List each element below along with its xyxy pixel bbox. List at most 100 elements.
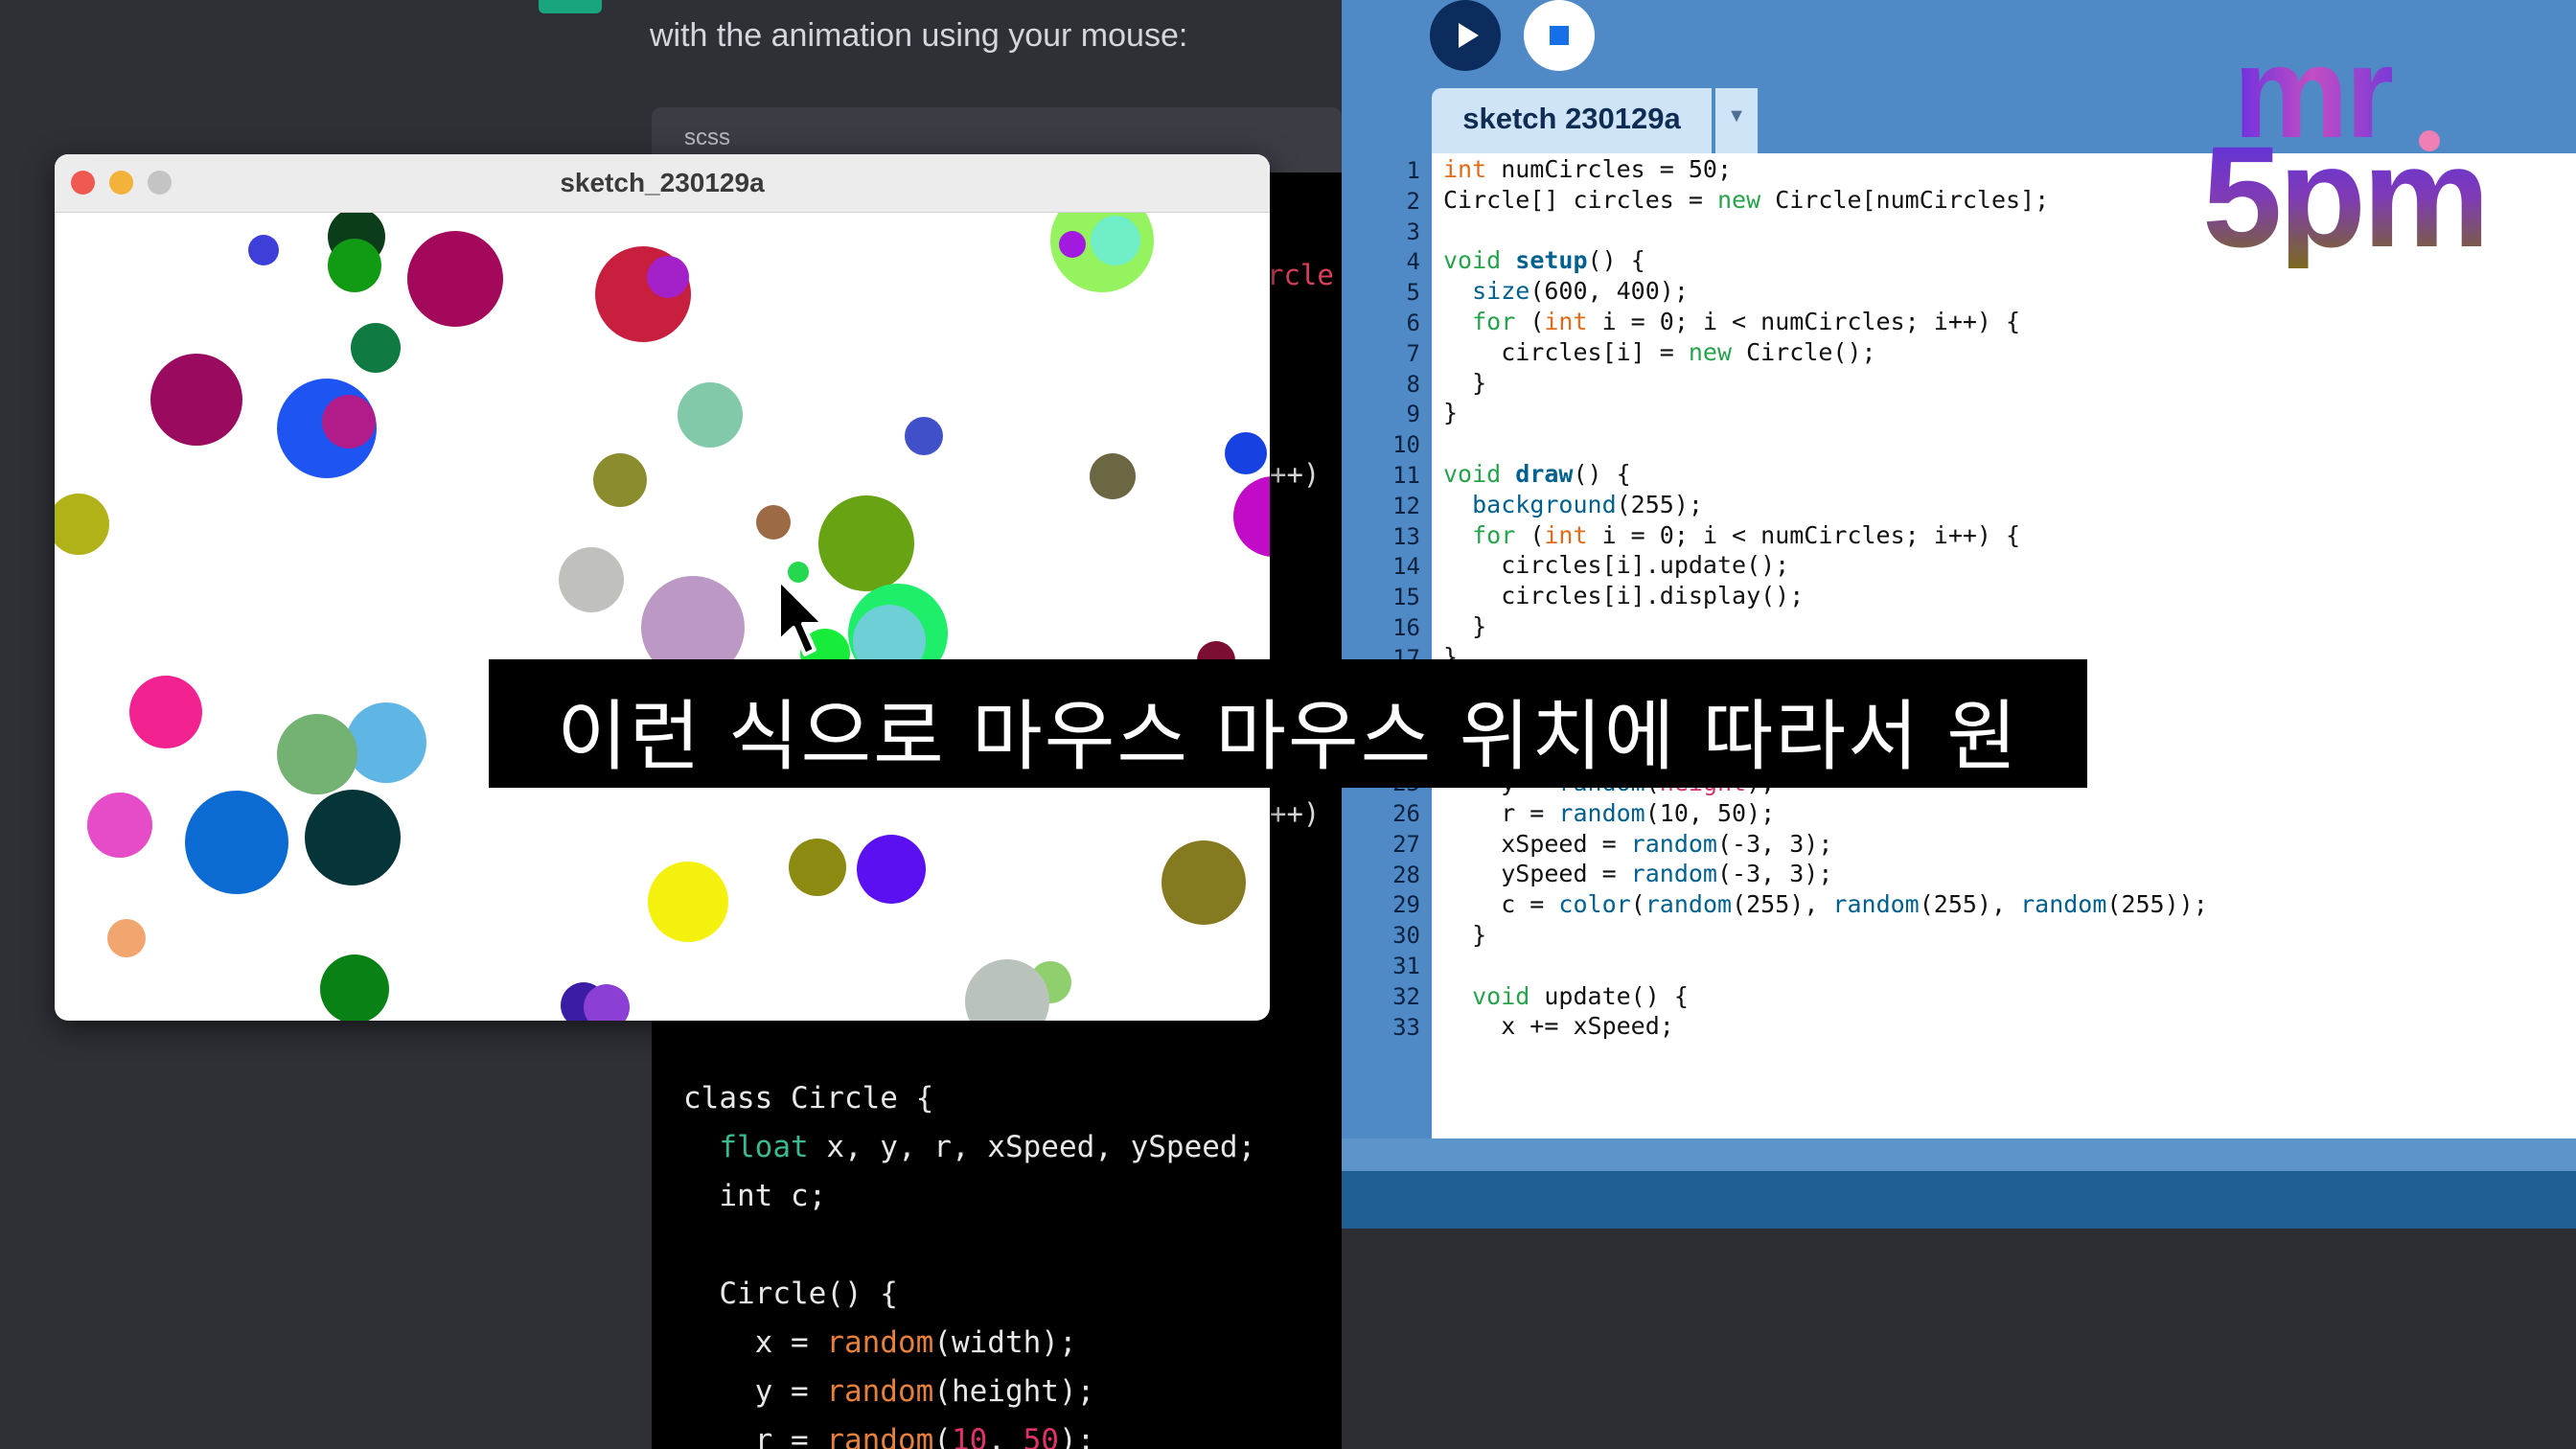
- code-line: int numCircles = 50;: [1443, 155, 1733, 183]
- line-number: 33: [1392, 1013, 1420, 1041]
- code-line: int c;: [683, 1179, 827, 1213]
- animated-circle: [1090, 453, 1136, 499]
- sketch-canvas[interactable]: [55, 213, 1270, 1021]
- animated-circle: [857, 835, 926, 904]
- code-fragment: ++): [1270, 458, 1321, 491]
- ide-console-area: [1342, 1229, 2576, 1449]
- tab-sketch[interactable]: sketch 230129a: [1432, 88, 1712, 153]
- line-number: 6: [1406, 310, 1420, 336]
- code-line: Circle[] circles = new Circle[numCircles…: [1443, 185, 2050, 214]
- animated-circle: [320, 954, 389, 1021]
- code-editor[interactable]: int numCircles = 50; Circle[] circles = n…: [1432, 153, 2576, 1138]
- stop-button[interactable]: [1524, 0, 1595, 71]
- play-icon: [1459, 23, 1479, 48]
- line-number: 12: [1392, 492, 1420, 519]
- animated-circle: [1059, 231, 1086, 258]
- line-number: 15: [1392, 584, 1420, 611]
- code-line: void setup() {: [1443, 246, 1645, 275]
- line-number: 31: [1392, 952, 1420, 979]
- animated-circle: [129, 676, 202, 748]
- line-number: 8: [1406, 370, 1420, 398]
- code-line: x += xSpeed;: [1443, 1012, 1674, 1041]
- ide-console-bar: [1342, 1171, 2576, 1229]
- code-line: void draw() {: [1443, 460, 1631, 488]
- sketch-window-title: sketch_230129a: [560, 168, 765, 197]
- code-line: }: [1443, 368, 1487, 397]
- line-number: 14: [1392, 553, 1420, 581]
- code-line: y = random(height);: [683, 1374, 1095, 1409]
- ide-status-bar: [1342, 1138, 2576, 1171]
- line-number: 29: [1392, 891, 1420, 919]
- subtitle-caption: 이런 식으로 마우스 마우스 위치에 따라서 원: [489, 659, 2087, 788]
- line-number: 27: [1392, 830, 1420, 858]
- code-line: c = color(random(255), random(255), rand…: [1443, 890, 2208, 919]
- animated-circle: [756, 505, 791, 540]
- code-line: ySpeed = random(-3, 3);: [1443, 860, 1833, 888]
- animated-circle: [593, 453, 647, 507]
- chat-avatar-badge: [539, 0, 602, 13]
- code-line: float x, y, r, xSpeed, ySpeed;: [719, 1130, 1256, 1164]
- code-fragment: rcle: [1267, 259, 1334, 291]
- run-button[interactable]: [1430, 0, 1501, 71]
- animated-circle: [1162, 840, 1246, 925]
- line-number: 10: [1392, 431, 1420, 459]
- animated-circle: [87, 793, 152, 858]
- animated-circle: [346, 702, 426, 783]
- line-number: 4: [1406, 248, 1420, 276]
- line-number: 16: [1392, 614, 1420, 641]
- code-line: circles[i].update();: [1443, 551, 1790, 580]
- animated-circle: [647, 256, 689, 298]
- animated-circle: [678, 382, 743, 448]
- animated-circle: [150, 354, 242, 446]
- stop-icon: [1550, 26, 1569, 45]
- animated-circle: [305, 790, 401, 886]
- line-number: 5: [1406, 279, 1420, 307]
- code-line: background(255);: [1472, 490, 1703, 518]
- line-number-gutter: 1234567891011121314151617222324252627282…: [1342, 153, 1432, 1138]
- animated-circle: [1091, 216, 1140, 265]
- sketch-titlebar[interactable]: sketch_230129a: [55, 154, 1270, 213]
- code-line: }: [1443, 921, 1487, 949]
- animated-circle: [905, 417, 943, 455]
- sketch-window[interactable]: sketch_230129a: [55, 154, 1270, 1021]
- code-line: r = random(10, 50);: [1443, 798, 1776, 827]
- code-language-label: scss: [684, 125, 730, 150]
- line-number: 28: [1392, 861, 1420, 888]
- tab-menu-button[interactable]: ▼: [1715, 88, 1758, 153]
- animated-circle: [1233, 476, 1270, 557]
- code-line: void update() {: [1472, 981, 1689, 1010]
- logo-dot: [2419, 130, 2440, 151]
- code-fragment: ++): [1270, 797, 1321, 830]
- line-number: 11: [1392, 462, 1420, 489]
- line-number: 3: [1406, 218, 1420, 245]
- animated-circle: [277, 714, 357, 794]
- code-line: }: [1443, 399, 1459, 427]
- animated-circle: [789, 839, 846, 896]
- code-line: r = random(10, 50);: [683, 1423, 1095, 1449]
- line-number: 2: [1406, 187, 1420, 215]
- animated-circle: [55, 494, 109, 555]
- animated-circle: [351, 323, 401, 373]
- mouse-pointer-icon: [777, 578, 825, 656]
- line-number: 32: [1392, 982, 1420, 1010]
- chat-message-text: with the animation using your mouse:: [650, 17, 1188, 54]
- code-line: for (int i = 0; i < numCircles; i++) {: [1472, 308, 2021, 335]
- code-line: for (int i = 0; i < numCircles; i++) {: [1472, 520, 2021, 549]
- line-number: 30: [1392, 922, 1420, 950]
- code-line: size(600, 400);: [1472, 277, 1689, 306]
- chevron-down-icon: ▼: [1727, 105, 1746, 126]
- code-line: circles[i] = new Circle();: [1443, 337, 1876, 366]
- animated-circle: [328, 239, 381, 292]
- code-line: }: [1443, 612, 1487, 640]
- animated-circle: [818, 495, 914, 591]
- animated-circle: [248, 235, 279, 265]
- channel-logo-5pm: 5pm: [2202, 116, 2490, 277]
- line-number: 7: [1406, 339, 1420, 367]
- animated-circle: [185, 791, 288, 894]
- code-line: x = random(width);: [683, 1325, 1077, 1360]
- animated-circle: [648, 862, 728, 942]
- line-number: 26: [1392, 799, 1420, 827]
- line-number: 1: [1406, 157, 1420, 184]
- subtitle-text: 이런 식으로 마우스 마우스 위치에 따라서 원: [557, 692, 2019, 781]
- animated-circle: [107, 919, 146, 957]
